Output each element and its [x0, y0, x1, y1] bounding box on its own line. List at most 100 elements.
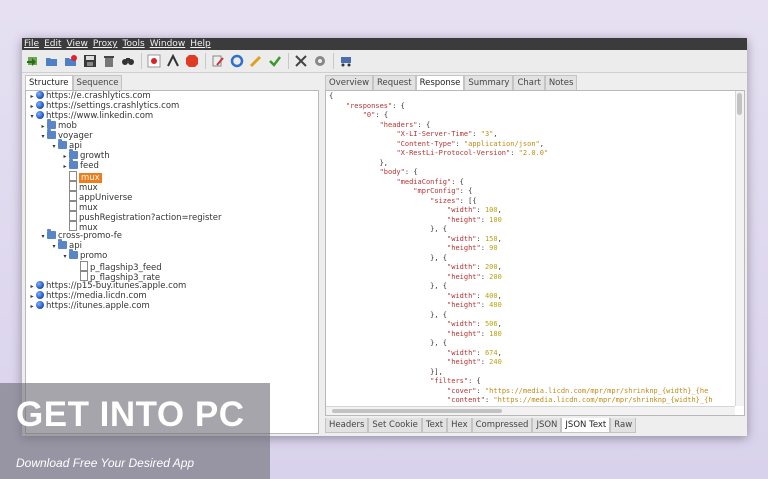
edit-icon[interactable]: [210, 53, 226, 69]
json-line: "X-LI-Server-Time": "3",: [396, 130, 498, 138]
json-line: "responses": {: [345, 101, 405, 110]
breakpoint-icon[interactable]: [184, 53, 200, 69]
tree-item[interactable]: ▸ mob: [26, 119, 318, 131]
tree-item[interactable]: ▸ https://settings.crashlytics.com: [26, 101, 318, 111]
tree-item[interactable]: ▸ https://p15-buy.itunes.apple.com: [26, 281, 318, 291]
tree-item-label: https://e.crashlytics.com: [46, 91, 151, 101]
tab-hex[interactable]: Hex: [447, 418, 472, 433]
menu-window[interactable]: Window: [150, 38, 186, 50]
toolbar-separator: [288, 53, 289, 69]
tab-raw[interactable]: Raw: [610, 418, 637, 433]
tab-text[interactable]: Text: [421, 418, 448, 433]
validate-icon[interactable]: [267, 53, 283, 69]
json-line: "filters": {: [430, 377, 481, 385]
open-icon[interactable]: [44, 53, 60, 69]
tab-summary[interactable]: Summary: [464, 75, 514, 90]
json-line: }, {: [329, 310, 448, 319]
tree-item[interactable]: ▸ https://e.crashlytics.com: [26, 91, 318, 101]
tree-item[interactable]: mux: [26, 201, 318, 213]
json-line: }, {: [329, 282, 448, 290]
tab-notes[interactable]: Notes: [544, 75, 578, 90]
tree-item-label: growth: [80, 151, 110, 161]
tab-json[interactable]: JSON: [532, 418, 562, 433]
folder-icon: [58, 239, 67, 249]
file-icon: [80, 261, 88, 271]
record-icon[interactable]: [146, 53, 162, 69]
find-icon[interactable]: [120, 53, 136, 69]
tools-icon[interactable]: [293, 53, 309, 69]
menu-tools[interactable]: Tools: [123, 38, 145, 50]
tree-item[interactable]: mux: [26, 181, 318, 193]
clear-icon[interactable]: [101, 53, 117, 69]
vertical-scrollbar-thumb[interactable]: [737, 93, 742, 115]
json-line: "mediaConfig": {: [396, 177, 464, 186]
tree-item[interactable]: ▾ voyager: [26, 129, 318, 141]
open-recent-icon[interactable]: [63, 53, 79, 69]
file-icon: [69, 191, 77, 201]
tree-item[interactable]: ▾ promo: [26, 249, 318, 261]
tree-item-label: https://www.linkedin.com: [46, 111, 154, 121]
menu-file[interactable]: File: [24, 38, 39, 50]
tab-response[interactable]: Response: [415, 75, 465, 90]
tab-json-text[interactable]: JSON Text: [561, 418, 611, 433]
tree-item[interactable]: ▸ https://media.licdn.com: [26, 291, 318, 301]
throttle-icon[interactable]: [165, 53, 181, 69]
tree-item[interactable]: ▸ feed: [26, 159, 318, 171]
repeat-icon[interactable]: [229, 53, 245, 69]
json-viewer[interactable]: { "responses": { "0": { "headers": { "X-…: [325, 90, 745, 416]
tree-item-label: feed: [80, 161, 99, 171]
watermark-title: GET INTO PC: [16, 395, 245, 434]
json-line: },: [329, 158, 389, 167]
tree-item-label: https://itunes.apple.com: [46, 301, 150, 311]
tree-item[interactable]: mux: [26, 221, 318, 233]
json-line: "content": "https://media.licdn.com/mpr/…: [447, 396, 713, 404]
tree-item[interactable]: pushRegistration?action=register: [26, 211, 318, 223]
tab-overview[interactable]: Overview: [325, 75, 374, 90]
json-line: "0": {: [362, 111, 389, 119]
menu-help[interactable]: Help: [190, 38, 211, 50]
tree-item[interactable]: ▾ https://www.linkedin.com: [26, 111, 318, 121]
json-line: "height": 200: [447, 272, 502, 281]
file-icon: [69, 171, 77, 181]
globe-icon: [36, 91, 44, 99]
save-icon[interactable]: [82, 53, 98, 69]
json-text: { "responses": { "0": { "headers": { "X-…: [326, 91, 744, 406]
json-line: "width": 150,: [447, 234, 502, 243]
menu-view[interactable]: View: [67, 38, 88, 50]
collapsed-arrow-icon[interactable]: ▸: [28, 302, 36, 312]
horizontal-scrollbar-thumb[interactable]: [332, 409, 502, 413]
json-line: "height": 90: [447, 244, 498, 252]
watermark: GET INTO PC Download Free Your Desired A…: [0, 383, 270, 479]
tree-item[interactable]: ▸ https://itunes.apple.com: [26, 301, 318, 311]
tab-structure[interactable]: Structure: [25, 75, 73, 90]
tree-item[interactable]: mux: [26, 171, 318, 183]
pencil-icon[interactable]: [248, 53, 264, 69]
json-line: "mprConfig": {: [413, 187, 473, 195]
main-content: Structure Sequence ▸ https://e.crashlytics…: [22, 73, 747, 436]
menu-edit[interactable]: Edit: [44, 38, 61, 50]
toolbar-separator: [141, 53, 142, 69]
vertical-scrollbar[interactable]: [735, 91, 744, 406]
charles-proxy-window: File Edit View Proxy Tools Window Help S…: [22, 38, 747, 436]
globe-icon: [36, 291, 44, 299]
horizontal-scrollbar[interactable]: [326, 406, 735, 415]
bottom-tabs: Headers Set Cookie Text Hex Compressed JSON JS…: [325, 418, 637, 433]
tree-item[interactable]: appUniverse: [26, 191, 318, 203]
globe-icon: [36, 101, 44, 109]
folder-icon: [69, 149, 78, 159]
tab-headers[interactable]: Headers: [325, 418, 369, 433]
tree-item[interactable]: ▾ cross-promo-fe: [26, 229, 318, 241]
settings-icon[interactable]: [312, 53, 328, 69]
tree-item[interactable]: p_flagship3_rate: [26, 271, 318, 283]
tab-sequence[interactable]: Sequence: [72, 75, 123, 90]
shopping-cart-icon[interactable]: [338, 53, 354, 69]
file-icon: [80, 271, 88, 281]
json-line: "height": 100: [447, 215, 502, 224]
tab-set-cookie[interactable]: Set Cookie: [368, 418, 422, 433]
tab-compressed[interactable]: Compressed: [471, 418, 533, 433]
tab-request[interactable]: Request: [373, 75, 416, 90]
menu-proxy[interactable]: Proxy: [93, 38, 118, 50]
tree-item[interactable]: p_flagship3_feed: [26, 261, 318, 273]
import-icon[interactable]: [25, 53, 41, 69]
tab-chart[interactable]: Chart: [513, 75, 545, 90]
